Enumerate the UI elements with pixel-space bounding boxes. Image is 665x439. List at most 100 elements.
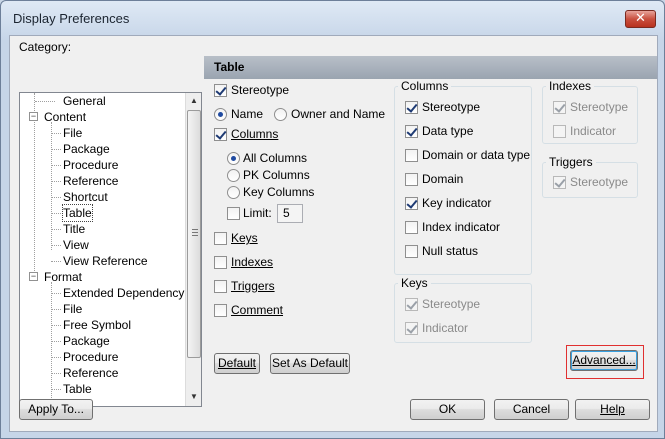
- key-columns-radio[interactable]: [227, 186, 240, 199]
- column-option-label: Data type: [422, 124, 474, 138]
- triggers-label: Triggers: [231, 279, 275, 293]
- all-columns-radio[interactable]: [227, 152, 240, 165]
- triggers-group-title: Triggers: [546, 155, 596, 169]
- tree-connector: [35, 101, 55, 102]
- tree-item[interactable]: File: [63, 125, 82, 141]
- tree-item[interactable]: Procedure: [63, 349, 118, 365]
- scroll-up-arrow-icon[interactable]: ▲: [186, 93, 201, 109]
- scroll-down-arrow-icon[interactable]: ▼: [186, 389, 201, 405]
- tree-connector: [51, 229, 61, 230]
- tree-connector: [51, 357, 61, 358]
- tree-item[interactable]: Package: [63, 333, 110, 349]
- default-button-label: Default: [217, 356, 257, 370]
- tree-scrollbar[interactable]: ▲ ▼: [185, 93, 201, 406]
- collapse-icon[interactable]: −: [29, 112, 38, 121]
- tree-connector: [51, 165, 61, 166]
- tree-item[interactable]: Reference: [63, 173, 118, 189]
- trigger-option-checkbox: [553, 176, 566, 189]
- tree-item[interactable]: Reference: [63, 365, 118, 381]
- keys-label: Keys: [231, 231, 258, 245]
- grip-line: [192, 235, 198, 236]
- pk-columns-label: PK Columns: [243, 168, 310, 182]
- tree-item[interactable]: Table: [62, 204, 93, 222]
- column-option-checkbox[interactable]: [405, 125, 418, 138]
- tree-item[interactable]: Extended Dependency: [63, 285, 184, 301]
- owner-and-name-radio[interactable]: [274, 108, 287, 121]
- set-as-default-button[interactable]: Set As Default: [270, 353, 350, 374]
- stereotype-checkbox[interactable]: [214, 84, 227, 97]
- tree-connector: [51, 261, 61, 262]
- trigger-option-label: Stereotype: [570, 175, 629, 189]
- tree-connector: [51, 325, 61, 326]
- category-label: Category:: [19, 40, 72, 54]
- tree-item[interactable]: Procedure: [63, 157, 118, 173]
- tree-item[interactable]: Table: [63, 381, 92, 397]
- tree-item[interactable]: Format: [44, 269, 82, 285]
- tree-connector: [51, 213, 61, 214]
- close-button[interactable]: ✕: [625, 10, 656, 28]
- column-option-label: Index indicator: [422, 220, 501, 234]
- category-tree[interactable]: ▲ ▼ General − Content File Package Procedure R…: [19, 92, 202, 407]
- keys-group: Keys Stereotype Indicator: [394, 276, 532, 343]
- tree-connector: [51, 309, 61, 310]
- key-option-checkbox: [405, 298, 418, 311]
- tree-item[interactable]: Title: [63, 221, 85, 237]
- column-option-checkbox[interactable]: [405, 221, 418, 234]
- grip-line: [192, 232, 198, 233]
- default-button[interactable]: Default: [214, 353, 260, 374]
- owner-and-name-label: Owner and Name: [291, 107, 386, 121]
- indexes-group: Indexes Stereotype Indicator: [542, 79, 638, 144]
- column-option-checkbox[interactable]: [405, 173, 418, 186]
- column-option-checkbox[interactable]: [405, 197, 418, 210]
- tree-connector: [51, 341, 61, 342]
- indexes-checkbox[interactable]: [214, 256, 227, 269]
- tree-connector: [51, 389, 61, 390]
- tree-item[interactable]: General: [63, 93, 106, 109]
- columns-checkbox[interactable]: [214, 128, 227, 141]
- key-option-label: Stereotype: [422, 297, 481, 311]
- dialog-client: Category: ▲ ▼ General − Content File Package…: [9, 35, 658, 432]
- tree-item[interactable]: Free Symbol: [63, 317, 131, 333]
- tree-item[interactable]: View Reference: [63, 253, 148, 269]
- key-option-label: Indicator: [422, 321, 469, 335]
- name-radio[interactable]: [214, 108, 227, 121]
- window-title: Display Preferences: [13, 11, 130, 26]
- limit-field[interactable]: 5: [277, 204, 303, 223]
- tree-item[interactable]: File: [63, 301, 82, 317]
- column-option-checkbox[interactable]: [405, 101, 418, 114]
- apply-to-label: Apply To...: [28, 402, 84, 416]
- tree-item[interactable]: View: [63, 237, 89, 253]
- triggers-group: Triggers Stereotype: [542, 155, 638, 198]
- title-bar[interactable]: Display Preferences ✕: [1, 1, 664, 35]
- limit-checkbox[interactable]: [227, 207, 240, 220]
- column-option-label: Null status: [422, 244, 479, 258]
- comment-checkbox[interactable]: [214, 304, 227, 317]
- column-option-label: Stereotype: [422, 100, 481, 114]
- help-button[interactable]: Help: [575, 399, 650, 420]
- advanced-button[interactable]: Advanced...: [570, 350, 638, 371]
- column-option-label: Domain: [422, 172, 464, 186]
- index-option-label: Indicator: [570, 124, 617, 138]
- dialog-window: Display Preferences ✕ Category: ▲ ▼ Gene…: [0, 0, 665, 439]
- ok-button[interactable]: OK: [410, 399, 485, 420]
- set-as-default-label: Set As Default: [271, 356, 349, 370]
- column-option-checkbox[interactable]: [405, 149, 418, 162]
- collapse-icon[interactable]: −: [29, 272, 38, 281]
- comment-label: Comment: [231, 303, 284, 317]
- advanced-button-label: Advanced...: [572, 353, 636, 367]
- apply-to-button[interactable]: Apply To...: [19, 399, 93, 420]
- triggers-checkbox[interactable]: [214, 280, 227, 293]
- column-option-checkbox[interactable]: [405, 245, 418, 258]
- scroll-thumb[interactable]: [187, 110, 201, 358]
- tree-item[interactable]: Shortcut: [63, 189, 108, 205]
- tree-item[interactable]: Package: [63, 141, 110, 157]
- ok-label: OK: [438, 402, 457, 416]
- key-option-checkbox: [405, 322, 418, 335]
- limit-label: Limit:: [243, 206, 272, 220]
- cancel-button[interactable]: Cancel: [494, 399, 569, 420]
- pk-columns-radio[interactable]: [227, 169, 240, 182]
- name-radio-label: Name: [231, 107, 264, 121]
- cancel-label: Cancel: [512, 402, 551, 416]
- keys-checkbox[interactable]: [214, 232, 227, 245]
- tree-connector: [51, 133, 61, 134]
